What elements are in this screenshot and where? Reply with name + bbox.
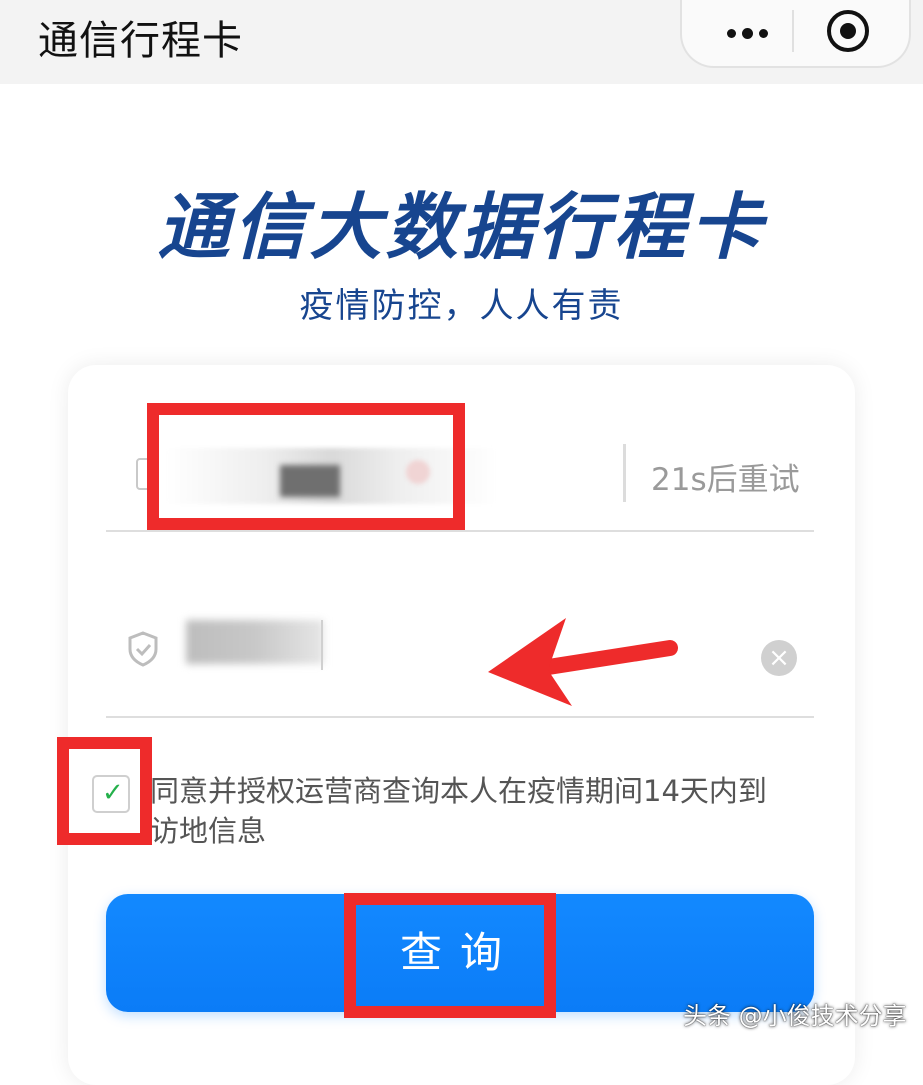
resend-code-countdown: 21s后重试	[651, 462, 800, 498]
close-mini-program-button[interactable]	[827, 10, 869, 52]
code-underline	[106, 716, 814, 718]
clear-circle-icon[interactable]: ×	[761, 640, 797, 676]
hero-subtitle: 疫情防控，人人有责	[299, 286, 624, 326]
watermark: 头条 @小俊技术分享	[683, 1002, 907, 1030]
mini-program-navbar: 通信行程卡	[0, 0, 923, 84]
app-title: 通信行程卡	[38, 18, 243, 64]
shield-check-icon	[128, 631, 158, 667]
agreement-text: 同意并授权运营商查询本人在疫情期间14天内到访地信息	[150, 774, 767, 848]
verification-code-field[interactable]: ×	[106, 590, 814, 718]
hero-title: 通信大数据行程卡	[157, 185, 766, 269]
capsule-divider	[792, 10, 794, 52]
capsule-menu	[680, 0, 911, 68]
more-button[interactable]	[702, 0, 792, 66]
verification-code-value-blurred[interactable]	[186, 620, 324, 664]
red-arrow-annotation	[488, 618, 678, 706]
red-highlight-phone	[147, 403, 465, 530]
text-cursor	[321, 620, 323, 670]
red-highlight-query	[344, 893, 556, 1018]
phone-underline	[106, 530, 814, 532]
field-divider	[623, 444, 626, 502]
more-dots-icon	[726, 28, 736, 38]
red-highlight-checkbox	[57, 737, 152, 845]
